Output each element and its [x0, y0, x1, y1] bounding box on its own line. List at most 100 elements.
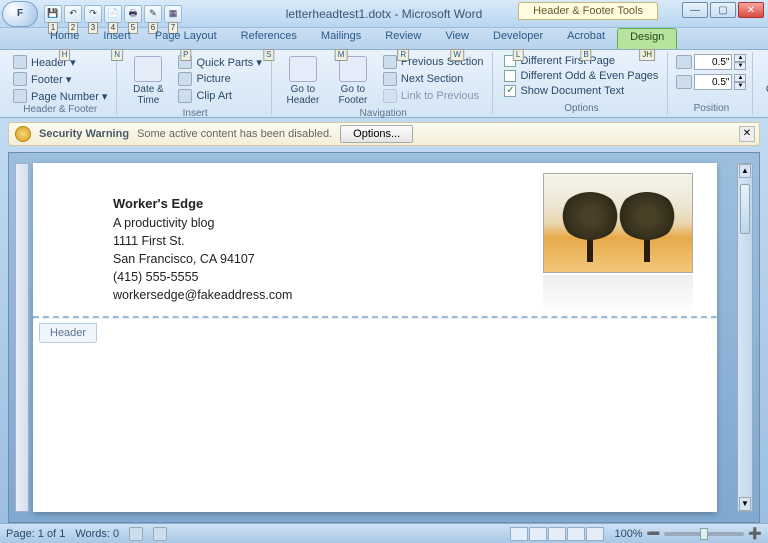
tab-mailings[interactable]: MailingsM [309, 28, 373, 49]
close-window-button[interactable]: ✕ [738, 2, 764, 18]
qat-6[interactable]: ✎6 [144, 5, 162, 23]
goto-header-icon [289, 56, 317, 82]
tab-insert[interactable]: InsertN [91, 28, 143, 49]
full-screen-view[interactable] [529, 527, 547, 541]
ribbon-tabs: HomeH InsertN Page LayoutP ReferencesS M… [0, 28, 768, 50]
spin-down[interactable]: ▼ [734, 62, 746, 70]
header-from-top-field[interactable]: ▲▼ [676, 54, 746, 70]
link-to-previous-button[interactable]: Link to Previous [380, 88, 487, 104]
message-bar-close-button[interactable]: ✕ [739, 126, 755, 142]
print-layout-view[interactable] [510, 527, 528, 541]
proofing-icon[interactable] [129, 527, 143, 541]
link-icon [383, 89, 397, 103]
close-header-footer-button[interactable]: Close Header and Footer [761, 54, 768, 108]
image-reflection [543, 275, 693, 315]
tab-home[interactable]: HomeH [38, 28, 91, 49]
group-close: Close Header and Footer Close [755, 52, 768, 115]
goto-header-button[interactable]: Go to Header [280, 54, 326, 108]
qat-5[interactable]: 🖶5 [124, 5, 142, 23]
tab-design[interactable]: DesignJH [617, 28, 677, 49]
previous-section-button[interactable]: Previous Section [380, 54, 487, 70]
status-bar: Page: 1 of 1 Words: 0 100% ➖ ➕ [0, 523, 768, 543]
security-options-button[interactable]: Options... [340, 125, 413, 143]
checkbox-icon [504, 70, 516, 82]
window-title: letterheadtest1.dotx - Microsoft Word [286, 7, 483, 21]
scroll-up-button[interactable]: ▲ [739, 164, 751, 178]
calendar-icon [134, 56, 162, 82]
macro-icon[interactable] [153, 527, 167, 541]
checkbox-checked-icon [504, 85, 516, 97]
qat-undo[interactable]: ↶2 [64, 5, 82, 23]
scroll-thumb[interactable] [740, 184, 750, 234]
header-boundary [33, 316, 717, 319]
maximize-button[interactable]: ▢ [710, 2, 736, 18]
next-section-icon [383, 72, 397, 86]
draft-view[interactable] [586, 527, 604, 541]
contextual-tab-label: Header & Footer Tools [518, 2, 658, 20]
tab-view[interactable]: ViewW [433, 28, 481, 49]
web-layout-view[interactable] [548, 527, 566, 541]
goto-footer-button[interactable]: Go to Footer [330, 54, 376, 108]
qat-7[interactable]: ▦7 [164, 5, 182, 23]
group-options: Different First Page Different Odd & Eve… [495, 52, 668, 115]
tree-graphic [562, 192, 617, 262]
tab-review[interactable]: ReviewR [373, 28, 433, 49]
spin-up[interactable]: ▲ [734, 74, 746, 82]
security-title: Security Warning [39, 128, 129, 140]
clip-art-button[interactable]: Clip Art [175, 88, 264, 104]
security-message-bar: Security Warning Some active content has… [8, 122, 760, 146]
vertical-ruler[interactable] [15, 163, 29, 512]
header-tab-label: Header [39, 323, 97, 343]
group-navigation: Go to Header Go to Footer Previous Secti… [274, 52, 494, 115]
zoom-level[interactable]: 100% [614, 528, 642, 540]
footer-from-bottom-field[interactable]: ▲▼ [676, 74, 746, 90]
minimize-button[interactable]: — [682, 2, 708, 18]
shield-icon [15, 126, 31, 142]
tab-developer[interactable]: DeveloperL [481, 28, 555, 49]
word-count[interactable]: Words: 0 [75, 528, 119, 540]
header-icon [13, 55, 27, 69]
document-area: Worker's Edge A productivity blog 1111 F… [8, 152, 760, 523]
clip-art-icon [178, 89, 192, 103]
group-position: ▲▼ ▲▼ Position [670, 52, 753, 115]
office-button[interactable]: F [2, 1, 38, 27]
zoom-out-button[interactable]: ➖ [647, 527, 661, 540]
zoom-in-button[interactable]: ➕ [748, 527, 762, 540]
different-odd-even-checkbox[interactable]: Different Odd & Even Pages [501, 69, 661, 83]
tab-references[interactable]: ReferencesS [229, 28, 309, 49]
group-insert: Date & Time Quick Parts ▾ Picture Clip A… [119, 52, 271, 115]
page-number-menu[interactable]: Page Number ▾ [10, 88, 110, 104]
qat-save[interactable]: 💾1 [44, 5, 62, 23]
page-number-icon [13, 89, 27, 103]
security-text: Some active content has been disabled. [137, 128, 332, 140]
show-document-text-checkbox[interactable]: Show Document Text [501, 84, 661, 98]
tab-page-layout[interactable]: Page LayoutP [143, 28, 229, 49]
footer-icon [13, 72, 27, 86]
outline-view[interactable] [567, 527, 585, 541]
view-buttons [510, 527, 604, 541]
vertical-scrollbar[interactable]: ▲ ▼ [737, 163, 753, 512]
margin-bottom-icon [676, 75, 692, 89]
header-top-input[interactable] [694, 54, 732, 70]
tree-graphic [619, 192, 674, 262]
tab-acrobat[interactable]: AcrobatB [555, 28, 617, 49]
document-page[interactable]: Worker's Edge A productivity blog 1111 F… [33, 163, 717, 512]
qat-redo[interactable]: ↷3 [84, 5, 102, 23]
spin-down[interactable]: ▼ [734, 82, 746, 90]
picture-button[interactable]: Picture [175, 71, 264, 87]
scroll-down-button[interactable]: ▼ [739, 497, 751, 511]
title-bar: F 💾1 ↶2 ↷3 📄4 🖶5 ✎6 ▦7 letterheadtest1.d… [0, 0, 768, 28]
date-time-button[interactable]: Date & Time [125, 54, 171, 108]
zoom-slider[interactable] [664, 532, 744, 536]
footer-menu[interactable]: Footer ▾ [10, 71, 110, 87]
footer-bottom-input[interactable] [694, 74, 732, 90]
spin-up[interactable]: ▲ [734, 54, 746, 62]
group-header-footer: Header ▾ Footer ▾ Page Number ▾ Header &… [4, 52, 117, 115]
zoom-control: 100% ➖ ➕ [614, 527, 762, 540]
page-status[interactable]: Page: 1 of 1 [6, 528, 65, 540]
prev-section-icon [383, 55, 397, 69]
next-section-button[interactable]: Next Section [380, 71, 487, 87]
qat-4[interactable]: 📄4 [104, 5, 122, 23]
quick-access-toolbar: 💾1 ↶2 ↷3 📄4 🖶5 ✎6 ▦7 [44, 5, 182, 23]
letterhead-image[interactable] [543, 173, 693, 273]
